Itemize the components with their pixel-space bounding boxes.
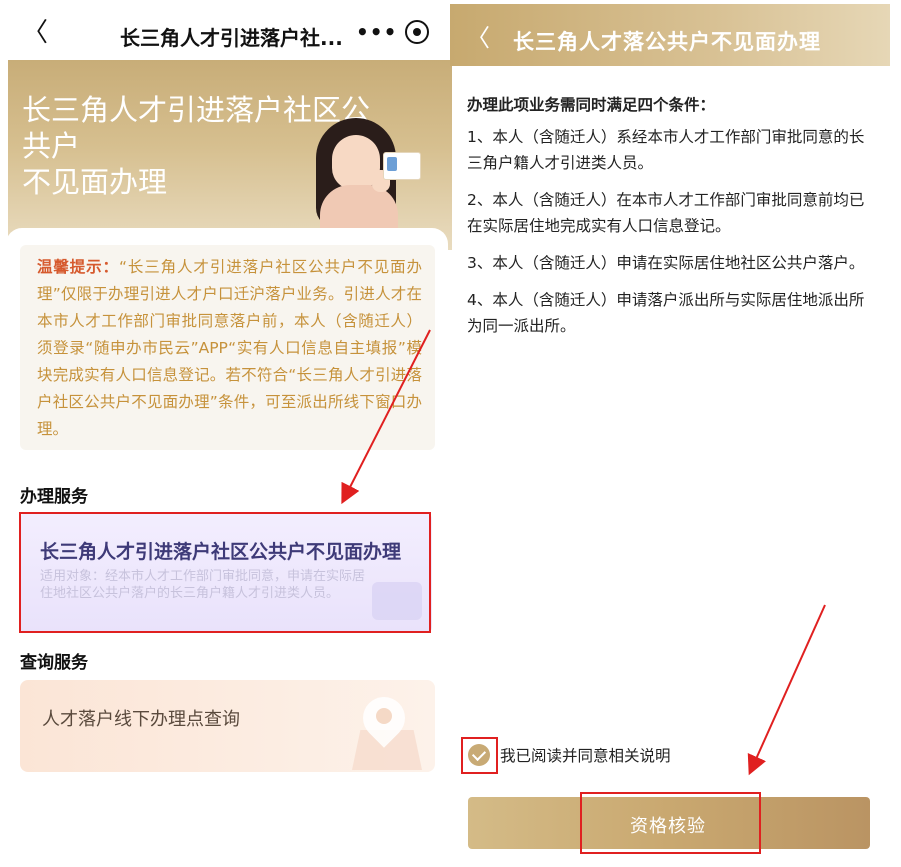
arrow-to-service-card (341, 329, 431, 505)
annotation-arrows (341, 329, 826, 776)
arrow-to-checkbox (747, 604, 826, 776)
